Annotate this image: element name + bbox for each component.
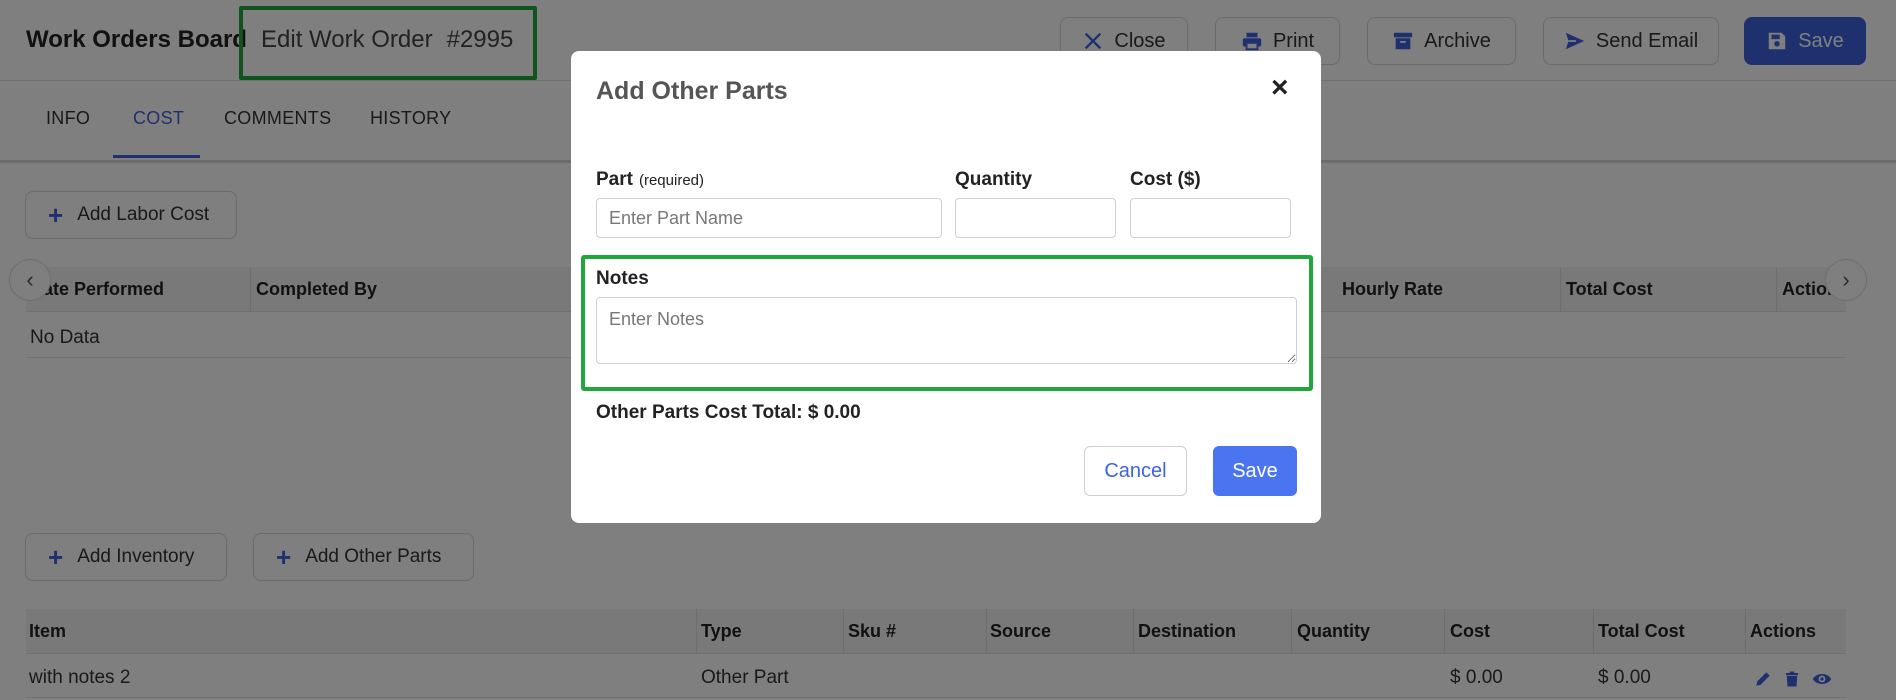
part-label-text: Part	[596, 169, 633, 190]
part-name-input[interactable]	[596, 198, 942, 238]
modal-save-button[interactable]: Save	[1213, 446, 1297, 496]
cancel-button[interactable]: Cancel	[1084, 446, 1187, 496]
close-icon[interactable]: ×	[1271, 73, 1289, 103]
cost-input[interactable]	[1130, 198, 1291, 238]
other-parts-total: Other Parts Cost Total: $ 0.00	[596, 402, 861, 424]
cost-label: Cost ($)	[1130, 169, 1201, 190]
total-value: $ 0.00	[807, 402, 861, 423]
modal-title: Add Other Parts	[596, 77, 788, 105]
required-hint: (required)	[638, 172, 704, 189]
add-other-parts-modal: Add Other Parts × Part (required) Quantit…	[571, 51, 1321, 523]
notes-textarea[interactable]	[596, 297, 1297, 364]
quantity-label: Quantity	[955, 169, 1033, 190]
quantity-input[interactable]	[955, 198, 1116, 238]
total-label: Other Parts Cost Total:	[596, 402, 803, 423]
notes-label: Notes	[596, 268, 649, 289]
part-label: Part (required)	[596, 169, 704, 191]
